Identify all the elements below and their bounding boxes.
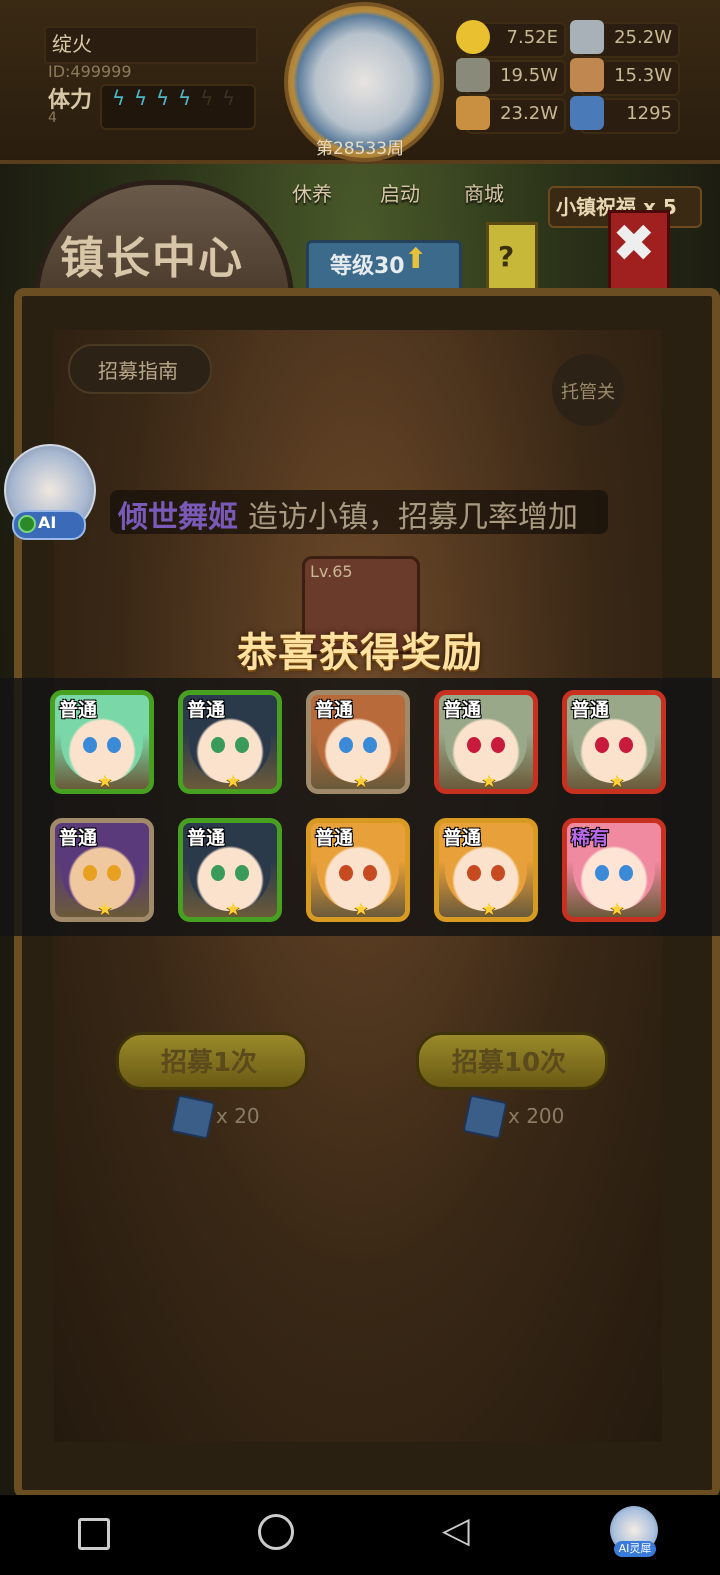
hero-eye	[339, 865, 353, 881]
hero-eye	[83, 865, 97, 881]
leather-icon	[570, 58, 604, 92]
help-icon: ?	[498, 240, 515, 273]
hero-eye	[619, 737, 633, 753]
level-text: 等级30	[330, 254, 405, 279]
hero-eye	[107, 737, 121, 753]
week-counter: 第28533周	[315, 139, 405, 159]
resource-value: 25.2W	[614, 27, 672, 48]
resource-value: 15.3W	[614, 65, 672, 86]
menu-tab-rest[interactable]: 休养	[292, 178, 332, 207]
rarity-label: 普通	[443, 699, 482, 721]
rarity-label: 普通	[315, 827, 354, 849]
hero-eye	[83, 737, 97, 753]
rarity-label: 稀有	[571, 827, 610, 849]
rarity-label: 普通	[59, 827, 98, 849]
rarity-label: 普通	[443, 827, 482, 849]
menu-tab-shop[interactable]: 商城	[464, 178, 504, 207]
reward-title: 恭喜获得奖励	[237, 630, 483, 676]
star-icon: ★	[353, 771, 370, 792]
resource-value: 19.5W	[500, 65, 558, 86]
stamina-bolt-icon: ϟ	[156, 86, 170, 110]
hero-eye	[467, 865, 481, 881]
auto-toggle-label: 托管关	[561, 382, 615, 403]
reward-card[interactable]: 普通 ★	[306, 818, 410, 922]
reward-card[interactable]: 普通 ★	[434, 818, 538, 922]
hero-eye	[595, 737, 609, 753]
recent-apps-icon[interactable]	[78, 1518, 110, 1550]
menu-tab-start[interactable]: 启动	[380, 178, 420, 207]
wood-log-icon	[456, 96, 490, 130]
reward-card[interactable]: 普通 ★	[50, 818, 154, 922]
stamina-bolt-icon: ϟ	[178, 86, 192, 110]
ai-nav-label: AI灵犀	[614, 1541, 656, 1557]
reward-card[interactable]: 普通 ★	[50, 690, 154, 794]
recruit-guide-label: 招募指南	[98, 359, 178, 383]
hero-eye	[235, 865, 249, 881]
ai-badge-label: AI	[38, 513, 57, 532]
gold-coin-icon	[456, 20, 490, 54]
reward-card[interactable]: 普通 ★	[178, 690, 282, 794]
reward-card[interactable]: 稀有 ★	[562, 818, 666, 922]
gem-cost-icon	[462, 1094, 508, 1140]
back-icon[interactable]: ◁	[442, 1510, 470, 1551]
stamina-bolt-icon: ϟ	[112, 86, 126, 110]
recruit-once-cost: x 20	[216, 1104, 260, 1128]
star-icon: ★	[225, 771, 242, 792]
resource-value: 23.2W	[500, 103, 558, 124]
steel-ingot-icon	[570, 20, 604, 54]
hero-eye	[211, 737, 225, 753]
stone-ore-icon	[456, 58, 490, 92]
hero-eye	[211, 865, 225, 881]
hero-eye	[235, 737, 249, 753]
reward-card[interactable]: 普通 ★	[306, 690, 410, 794]
panel-title: 镇长中心	[60, 233, 244, 284]
player-name: 绽火	[52, 32, 92, 56]
star-icon: ★	[481, 771, 498, 792]
star-icon: ★	[97, 899, 114, 920]
star-icon: ★	[609, 771, 626, 792]
recruit-once-label: 招募1次	[160, 1048, 258, 1078]
hero-eye	[491, 865, 505, 881]
gem-cost-icon	[170, 1094, 216, 1140]
reward-card[interactable]: 普通 ★	[178, 818, 282, 922]
level-up-arrow-icon: ⬆	[404, 242, 428, 275]
reward-card[interactable]: 普通 ★	[434, 690, 538, 794]
rarity-label: 普通	[315, 699, 354, 721]
rarity-label: 普通	[59, 699, 98, 721]
close-icon: ✖	[612, 214, 656, 274]
hero-eye	[491, 737, 505, 753]
stamina-bolt-icon: ϟ	[134, 86, 148, 110]
home-icon[interactable]	[258, 1514, 294, 1550]
hero-eye	[619, 865, 633, 881]
hero-eye	[467, 737, 481, 753]
player-id: ID:499999	[48, 62, 132, 81]
rarity-label: 普通	[571, 699, 610, 721]
recruit-ten-label: 招募10次	[451, 1048, 567, 1078]
rarity-label: 普通	[187, 699, 226, 721]
stamina-bolt-icon: ϟ	[222, 86, 236, 110]
reward-card[interactable]: 普通 ★	[562, 690, 666, 794]
stamina-value: 4	[48, 110, 57, 126]
hero-eye	[107, 865, 121, 881]
star-icon: ★	[353, 899, 370, 920]
event-banner-text: 造访小镇，招募几率增加	[248, 500, 578, 535]
resource-value: 1295	[626, 103, 672, 124]
status-dot-icon	[18, 515, 36, 533]
stamina-bolt-icon: ϟ	[200, 86, 214, 110]
recruit-ten-cost: x 200	[508, 1104, 565, 1128]
event-hero-name: 倾世舞姬	[118, 500, 238, 535]
featured-hero-level: Lv.65	[310, 562, 353, 581]
hero-eye	[339, 737, 353, 753]
hero-eye	[363, 865, 377, 881]
star-icon: ★	[481, 899, 498, 920]
star-icon: ★	[609, 899, 626, 920]
blue-gem-icon	[570, 96, 604, 130]
hero-eye	[363, 737, 377, 753]
hero-eye	[595, 865, 609, 881]
rarity-label: 普通	[187, 827, 226, 849]
resource-value: 7.52E	[506, 27, 558, 48]
star-icon: ★	[97, 771, 114, 792]
star-icon: ★	[225, 899, 242, 920]
